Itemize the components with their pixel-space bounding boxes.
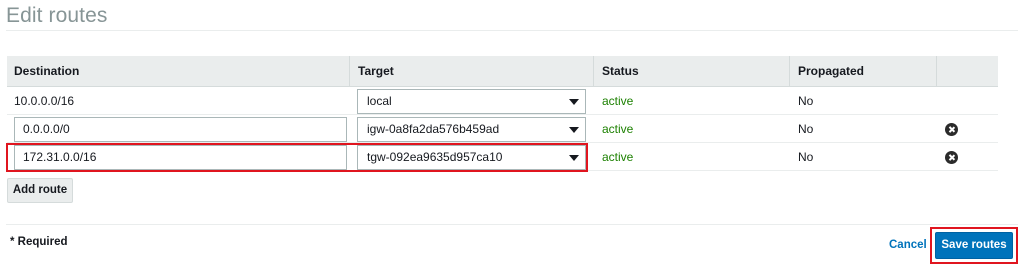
footer-divider [6,224,1018,225]
destination-input-value: 0.0.0.0/0 [23,122,70,136]
status-cell: active [602,94,634,108]
column-divider [936,56,937,87]
page-title: Edit routes [6,4,108,27]
table-header: Destination Target Status Propagated [7,56,998,87]
cancel-button[interactable]: Cancel [889,239,927,251]
status-cell: active [602,150,634,164]
required-note: * Required [10,236,68,248]
column-header-target[interactable]: Target [358,56,394,87]
column-divider [349,56,350,87]
column-divider [789,56,790,87]
column-header-destination[interactable]: Destination [14,56,79,87]
propagated-cell: No [798,150,814,164]
column-header-propagated[interactable]: Propagated [798,56,864,87]
save-routes-button[interactable]: Save routes [935,232,1013,259]
remove-circle-icon[interactable] [945,151,958,164]
table-row: 10.0.0.0/16 local active No [7,87,998,115]
propagated-cell: No [798,122,814,136]
add-route-button[interactable]: Add route [7,178,73,203]
highlight-box [6,143,588,172]
status-cell: active [602,122,634,136]
target-select[interactable]: local [357,89,586,114]
target-select-value: igw-0a8fa2da576b459ad [367,122,500,136]
title-divider [6,30,1018,31]
caret-down-icon [569,99,579,105]
destination-cell: 10.0.0.0/16 [14,94,75,108]
remove-circle-icon[interactable] [945,123,958,136]
propagated-cell: No [798,94,814,108]
caret-down-icon [569,127,579,133]
column-header-status[interactable]: Status [602,56,639,87]
destination-input[interactable]: 0.0.0.0/0 [14,117,347,142]
target-select[interactable]: igw-0a8fa2da576b459ad [357,117,586,142]
table-row: 0.0.0.0/0 igw-0a8fa2da576b459ad active N… [7,115,998,143]
target-select-value: local [367,94,392,108]
column-divider [593,56,594,87]
